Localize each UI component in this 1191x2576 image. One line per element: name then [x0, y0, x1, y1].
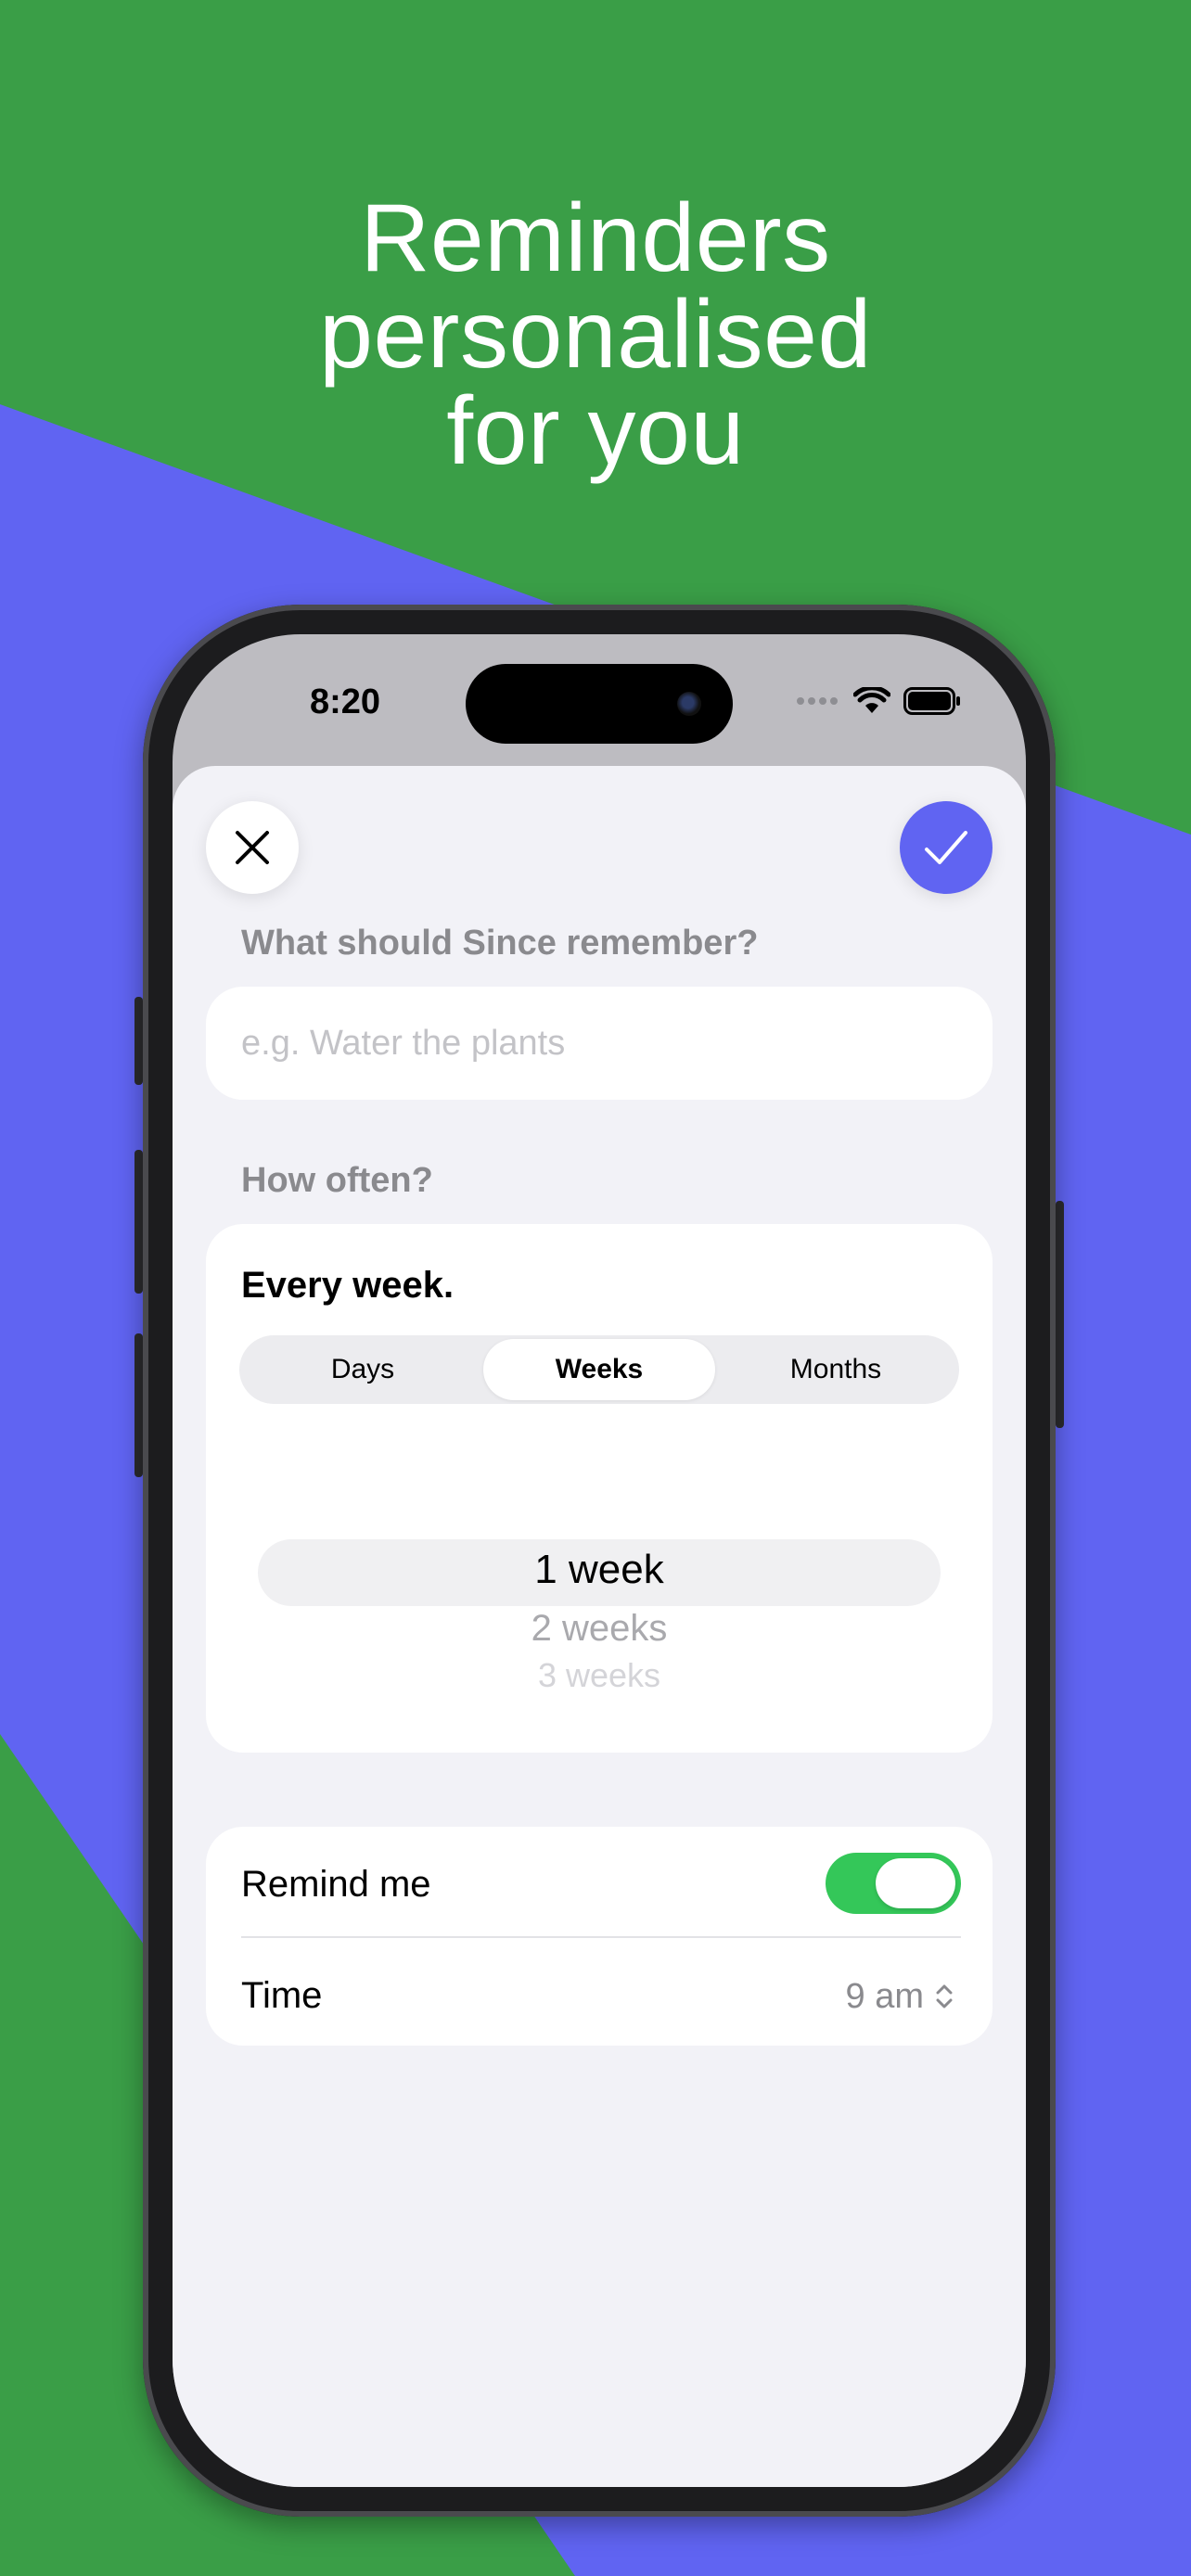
picker-item[interactable]: 3 weeks [206, 1656, 992, 1695]
toggle-knob [876, 1858, 955, 1908]
signal-dots-icon [797, 697, 838, 705]
new-reminder-sheet: What should Since remember? How often? E… [173, 766, 1026, 2487]
headline-line-1: Reminders [360, 185, 831, 292]
phone-volume-down-button [134, 1333, 143, 1477]
reminder-question-label: What should Since remember? [241, 924, 759, 963]
time-picker-button[interactable]: 9 am [846, 1966, 955, 2027]
phone-volume-up-button [134, 1150, 143, 1294]
time-value: 9 am [845, 1976, 924, 2016]
frequency-unit-segmented-control: Days Weeks Months [239, 1335, 959, 1404]
phone-screen: 8:20 What should Since remember? e.g. Wa… [173, 634, 1026, 2487]
phone-action-button [134, 997, 143, 1085]
wifi-icon [853, 687, 890, 713]
dynamic-island [466, 664, 733, 744]
remind-me-label: Remind me [241, 1864, 431, 1905]
phone-power-button [1056, 1201, 1064, 1428]
frequency-card: Every week. Days Weeks Months 1 week 2 w… [206, 1224, 992, 1753]
frequency-summary: Every week. [241, 1265, 455, 1306]
row-divider [241, 1936, 961, 1938]
headline-line-2: personalised [319, 281, 872, 389]
headline-line-3: for you [446, 377, 745, 485]
chevron-up-down-icon [936, 1984, 953, 2009]
status-icons [796, 684, 961, 718]
frequency-picker-wheel[interactable]: 1 week 2 weeks 3 weeks [206, 1493, 992, 1697]
notification-settings-card: Remind me Time 9 am [206, 1827, 992, 2046]
segment-weeks[interactable]: Weeks [483, 1339, 715, 1400]
close-button[interactable] [206, 801, 299, 894]
headline: Reminders personalised for you [0, 190, 1191, 479]
picker-item[interactable]: 2 weeks [206, 1608, 992, 1650]
picker-item-selected[interactable]: 1 week [206, 1547, 992, 1593]
time-label: Time [241, 1975, 323, 2016]
remind-me-toggle[interactable] [826, 1853, 961, 1914]
done-button[interactable] [900, 801, 992, 894]
frequency-label: How often? [241, 1161, 433, 1200]
segment-months[interactable]: Months [720, 1339, 952, 1400]
camera-icon [677, 692, 701, 716]
close-icon [236, 831, 269, 864]
checkmark-icon [925, 831, 967, 864]
reminder-input[interactable] [206, 987, 992, 1100]
battery-icon [903, 687, 960, 715]
segment-days[interactable]: Days [247, 1339, 479, 1400]
status-time: 8:20 [309, 682, 381, 721]
